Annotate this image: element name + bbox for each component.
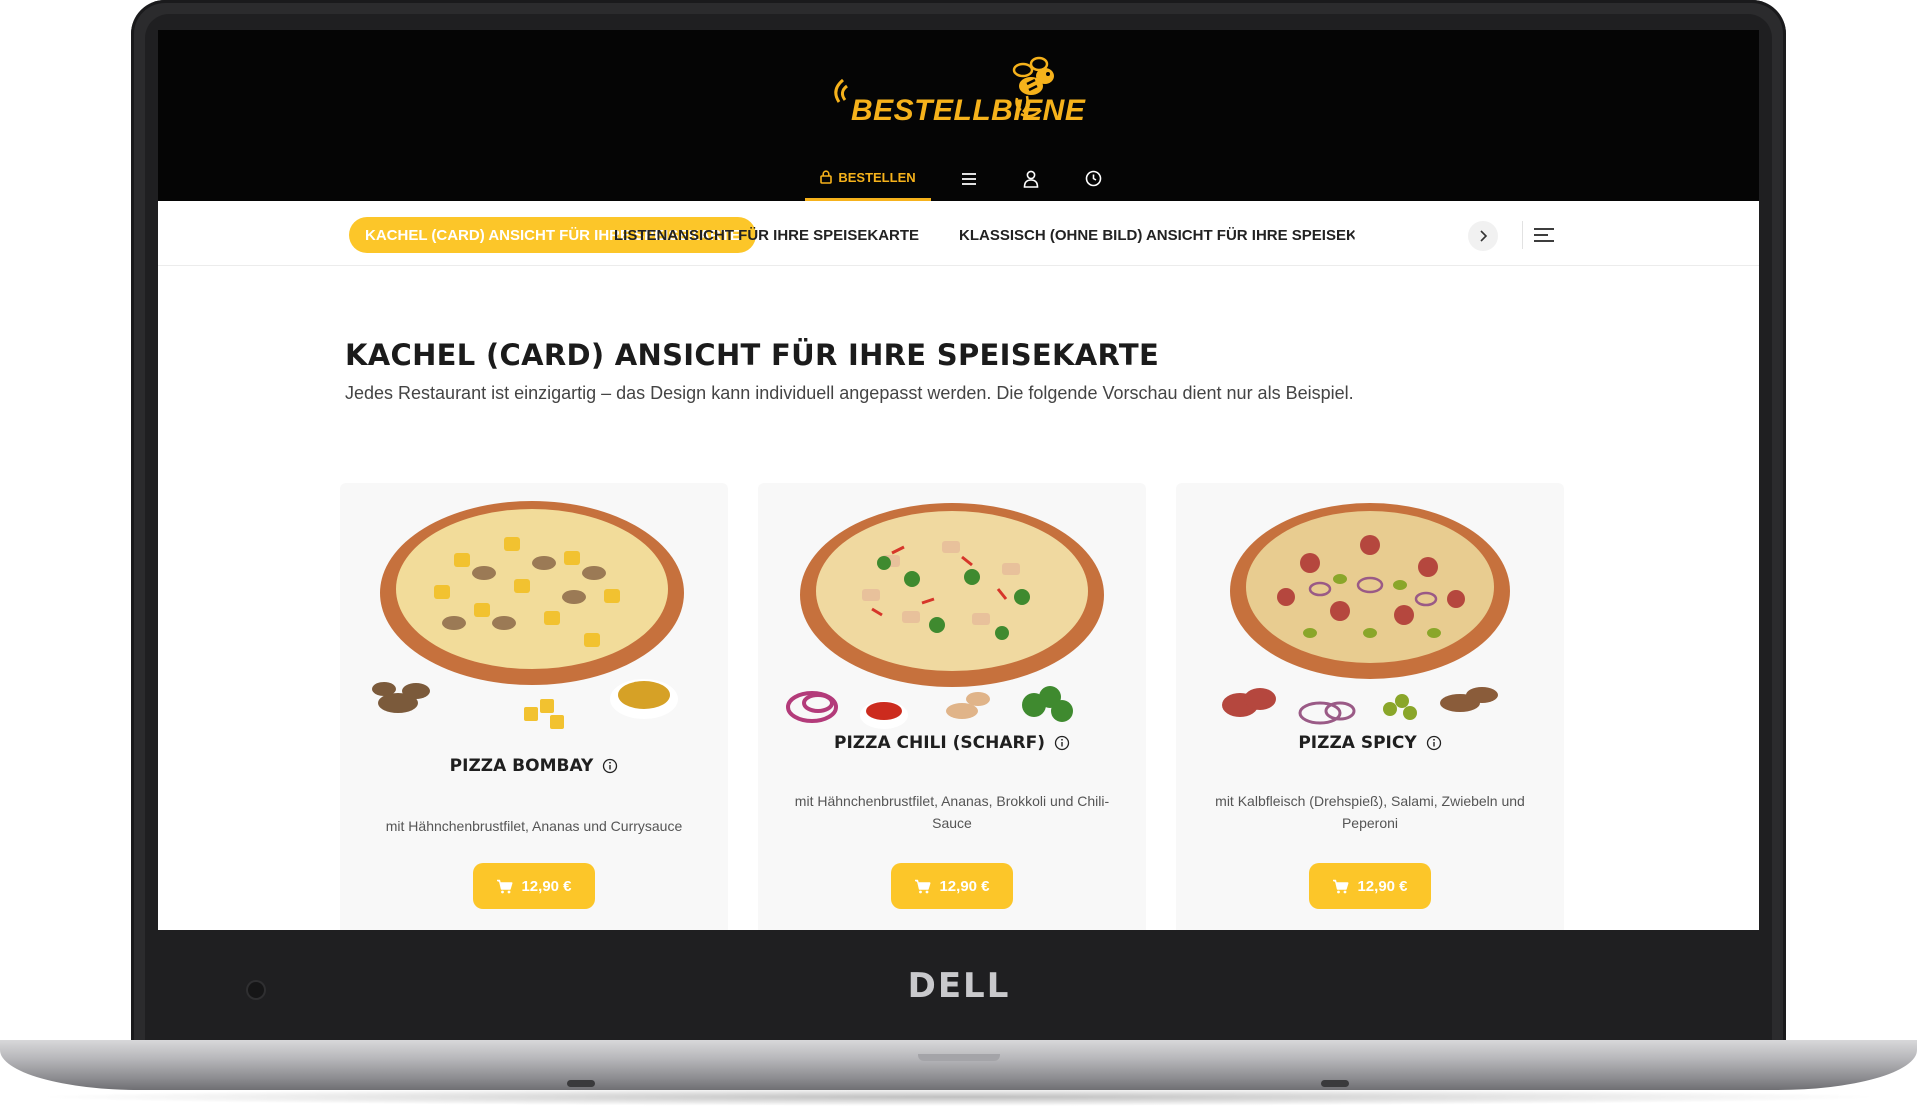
laptop-base bbox=[0, 1040, 1917, 1090]
cart-icon bbox=[497, 879, 513, 893]
clock-icon bbox=[1085, 170, 1101, 187]
category-tab-classic-view[interactable]: KLASSISCH (OHNE BILD) ANSICHT FÜR IHRE S… bbox=[943, 217, 1355, 253]
chevron-right-icon bbox=[1480, 230, 1488, 242]
page-title: KACHEL (CARD) ANSICHT FÜR IHRE SPEISEKAR… bbox=[345, 338, 1160, 372]
category-scroll-next-button[interactable] bbox=[1468, 221, 1498, 251]
screen: BESTELLBIENE BESTELLEN KACHEL (CARD) ANS… bbox=[158, 30, 1759, 930]
category-divider bbox=[1522, 221, 1523, 249]
laptop-foot bbox=[1321, 1080, 1349, 1087]
pizza-spicy-image bbox=[1222, 503, 1510, 725]
info-icon[interactable] bbox=[1054, 735, 1070, 751]
laptop-opening-notch bbox=[918, 1054, 1000, 1061]
product-description: mit Kalbfleisch (Drehspieß), Salami, Zwi… bbox=[1215, 793, 1525, 831]
pizza-bombay-image bbox=[372, 501, 684, 729]
product-name-row: PIZZA SPICY bbox=[1176, 733, 1564, 753]
product-card[interactable]: PIZZA CHILI (SCHARF) mit Hähnchenbrustfi… bbox=[758, 483, 1146, 930]
product-card[interactable]: PIZZA SPICY mit Kalbfleisch (Drehspieß),… bbox=[1176, 483, 1564, 930]
product-price: 12,90 € bbox=[521, 877, 572, 895]
add-to-cart-button[interactable]: 12,90 € bbox=[891, 863, 1013, 909]
nav-menu-button[interactable] bbox=[954, 156, 984, 201]
bestellbiene-logo[interactable]: BESTELLBIENE bbox=[831, 54, 1091, 128]
product-name-row: PIZZA BOMBAY bbox=[340, 756, 728, 776]
user-icon bbox=[1023, 170, 1039, 188]
product-card[interactable]: PIZZA BOMBAY mit Hähnchenbrustfilet, Ana… bbox=[340, 483, 728, 930]
product-price: 12,90 € bbox=[1357, 877, 1408, 895]
laptop-shadow bbox=[30, 1088, 1887, 1106]
list-icon bbox=[1534, 228, 1554, 242]
laptop-brand-logo: DELL bbox=[907, 966, 1011, 1006]
product-name-row: PIZZA CHILI (SCHARF) bbox=[758, 733, 1146, 753]
product-price: 12,90 € bbox=[939, 877, 990, 895]
cart-icon bbox=[915, 879, 931, 893]
product-name: PIZZA SPICY bbox=[1298, 733, 1417, 753]
laptop-foot bbox=[567, 1080, 595, 1087]
cart-icon bbox=[1333, 879, 1349, 893]
add-to-cart-button[interactable]: 12,90 € bbox=[1309, 863, 1431, 909]
nav-opening-hours-button[interactable] bbox=[1078, 156, 1108, 201]
category-bar: KACHEL (CARD) ANSICHT FÜR IHRE SPEISEKAR… bbox=[158, 201, 1759, 266]
nav-order-tab[interactable]: BESTELLEN bbox=[805, 156, 931, 201]
main-nav: BESTELLEN bbox=[158, 156, 1759, 201]
product-description: mit Hähnchenbrustfilet, Ananas und Curry… bbox=[385, 818, 683, 834]
info-icon[interactable] bbox=[602, 758, 618, 774]
logo-wordmark: BESTELLBIENE bbox=[851, 94, 1086, 127]
pizza-chili-image bbox=[786, 503, 1104, 729]
category-list-button[interactable] bbox=[1530, 223, 1558, 247]
nav-order-label: BESTELLEN bbox=[838, 169, 916, 185]
page-subtitle: Jedes Restaurant ist einzigartig – das D… bbox=[345, 383, 1354, 403]
lock-icon bbox=[820, 170, 833, 184]
webcam bbox=[248, 982, 264, 998]
hamburger-icon bbox=[962, 172, 976, 185]
product-name: PIZZA CHILI (SCHARF) bbox=[834, 733, 1045, 753]
product-name: PIZZA BOMBAY bbox=[449, 756, 594, 776]
info-icon[interactable] bbox=[1426, 735, 1442, 751]
nav-account-button[interactable] bbox=[1016, 156, 1046, 201]
product-description: mit Hähnchenbrustfilet, Ananas, Brokkoli… bbox=[794, 793, 1110, 831]
add-to-cart-button[interactable]: 12,90 € bbox=[473, 863, 595, 909]
site-header: BESTELLBIENE BESTELLEN bbox=[158, 30, 1759, 201]
category-tab-list-view[interactable]: LISTENANSICHT FÜR IHRE SPEISEKARTE bbox=[598, 217, 935, 253]
